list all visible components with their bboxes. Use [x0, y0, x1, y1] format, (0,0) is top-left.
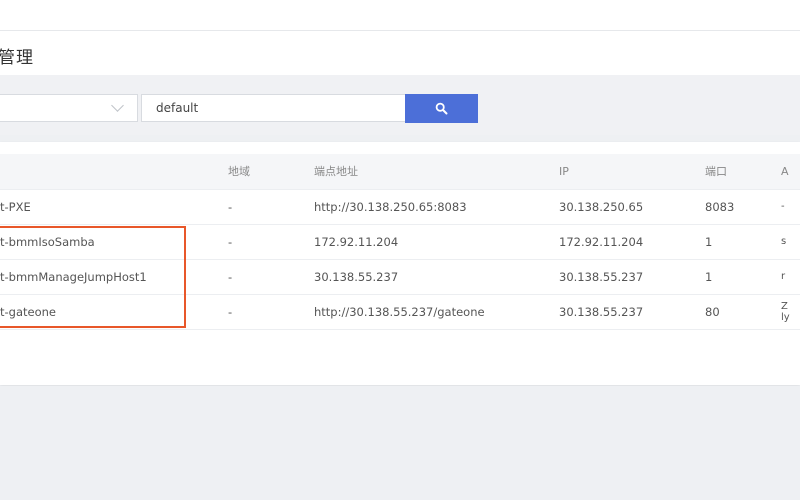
- region-select[interactable]: [0, 94, 138, 122]
- cell-port: 1: [705, 234, 713, 249]
- header-a: A: [781, 164, 789, 178]
- cell-region: -: [228, 269, 233, 284]
- cell-ip: 30.138.55.237: [559, 304, 644, 319]
- cell-port: 8083: [705, 199, 735, 214]
- results-panel: 地域 端点地址 IP 端口 A t-PXE - http://30.138.25…: [0, 142, 800, 385]
- page-header: 管理: [0, 31, 800, 75]
- table-row[interactable]: t-bmmIsoSamba - 172.92.11.204 172.92.11.…: [0, 224, 800, 259]
- cell-a: r: [781, 271, 786, 282]
- header-port: 端口: [705, 165, 727, 179]
- cell-endpoint: 172.92.11.204: [314, 234, 399, 249]
- table-header-row: 地域 端点地址 IP 端口 A: [0, 154, 800, 189]
- search-icon: [435, 102, 448, 115]
- cell-region: -: [228, 199, 233, 214]
- cell-region: -: [228, 304, 233, 319]
- cell-port: 80: [705, 304, 720, 319]
- header-name: [0, 154, 228, 189]
- cell-ip: 30.138.55.237: [559, 269, 644, 284]
- cell-endpoint: http://30.138.55.237/gateone: [314, 304, 485, 319]
- cell-ip: 172.92.11.204: [559, 234, 644, 249]
- cell-name[interactable]: t-bmmManageJumpHost1: [0, 259, 228, 294]
- page-title: 管理: [0, 48, 34, 68]
- cell-name[interactable]: t-PXE: [0, 189, 228, 224]
- cell-name[interactable]: t-gateone: [0, 294, 228, 329]
- search-button[interactable]: [405, 94, 478, 123]
- cell-name[interactable]: t-bmmIsoSamba: [0, 224, 228, 259]
- cell-a: -: [781, 201, 785, 212]
- top-bar: [0, 0, 800, 31]
- table-row[interactable]: t-gateone - http://30.138.55.237/gateone…: [0, 294, 800, 329]
- chevron-down-icon: [111, 99, 124, 112]
- table-row[interactable]: t-PXE - http://30.138.250.65:8083 30.138…: [0, 189, 800, 224]
- cell-port: 1: [705, 269, 713, 284]
- cell-a: Zly: [781, 300, 790, 323]
- header-ip: IP: [559, 164, 569, 178]
- cell-endpoint: http://30.138.250.65:8083: [314, 199, 467, 214]
- cell-region: -: [228, 234, 233, 249]
- endpoint-table: 地域 端点地址 IP 端口 A t-PXE - http://30.138.25…: [0, 154, 800, 330]
- cell-endpoint: 30.138.55.237: [314, 269, 399, 284]
- header-region: 地域: [228, 165, 250, 179]
- cell-ip: 30.138.250.65: [559, 199, 644, 214]
- page-background: [0, 386, 800, 500]
- cell-a: s: [781, 236, 787, 247]
- table-row[interactable]: t-bmmManageJumpHost1 - 30.138.55.237 30.…: [0, 259, 800, 294]
- header-endpoint: 端点地址: [314, 165, 358, 179]
- search-input[interactable]: [141, 94, 406, 122]
